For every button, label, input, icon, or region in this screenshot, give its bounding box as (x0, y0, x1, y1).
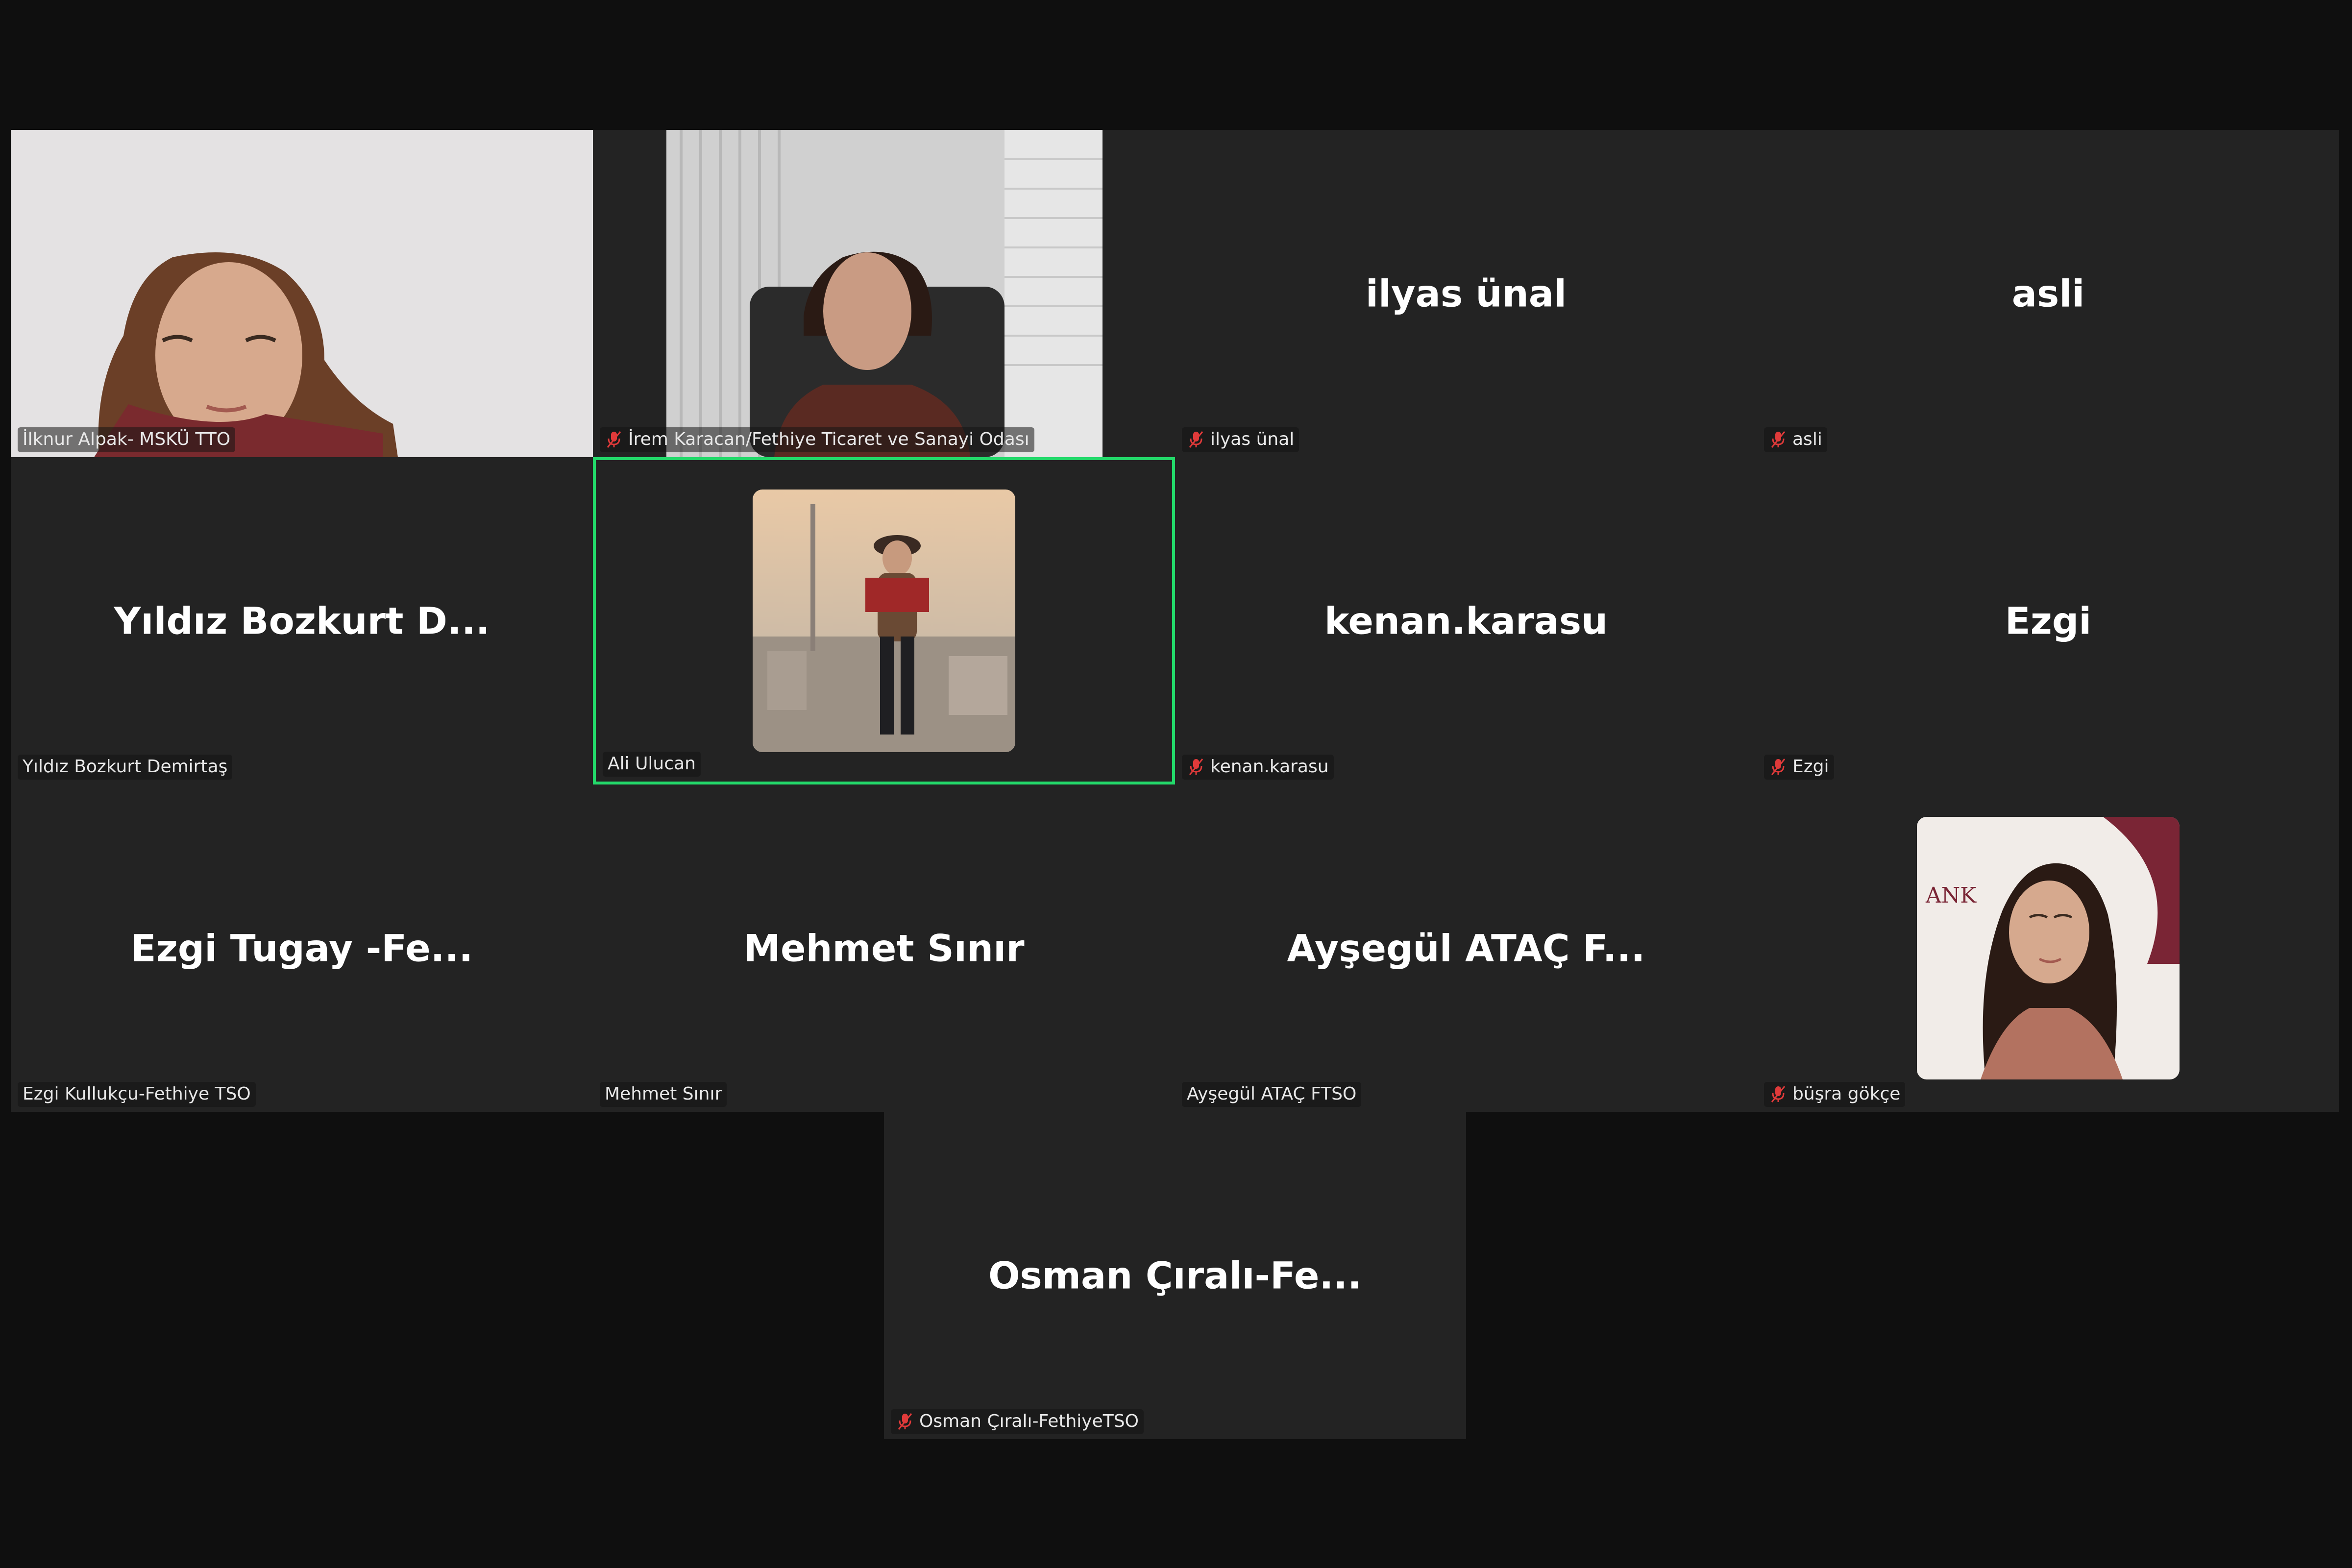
participant-tile[interactable]: İlknur Alpak- MSKÜ TTO (11, 130, 593, 457)
participant-tile[interactable]: Ayşegül ATAÇ F... Ayşegül ATAÇ FTSO (1175, 784, 1757, 1112)
participant-avatar: ANK (1917, 817, 2180, 1079)
participant-display-name: Ezgi Tugay -Fe... (130, 926, 473, 970)
participant-tile[interactable]: Ezgi Tugay -Fe... Ezgi Kullukçu-Fethiye … (11, 784, 593, 1112)
participant-display-name: Mehmet Sınır (743, 926, 1025, 970)
participant-name-label: Ezgi (1764, 755, 1834, 780)
participant-tile[interactable]: Ezgi Ezgi (1757, 457, 2339, 784)
mic-muted-icon (1771, 1085, 1786, 1102)
participant-name-label: Ali Ulucan (603, 752, 701, 777)
participant-name-label: asli (1764, 427, 1827, 452)
participant-display-name: asli (2011, 271, 2085, 316)
mic-muted-icon (1771, 431, 1786, 448)
participant-tile[interactable]: ilyas ünal ilyas ünal (1175, 130, 1757, 457)
participant-display-name: ilyas ünal (1365, 271, 1567, 316)
participant-tile[interactable]: Mehmet Sınır Mehmet Sınır (593, 784, 1175, 1112)
avatar-photo: ANK (1917, 817, 2180, 1079)
participant-name-label: Osman Çıralı-FethiyeTSO (891, 1409, 1144, 1434)
participant-tile[interactable]: ANK büşra gökçe (1757, 784, 2339, 1112)
participant-display-name: Yıldız Bozkurt D... (114, 599, 490, 643)
mic-muted-icon (607, 431, 621, 448)
participant-name-label: Ezgi Kullukçu-Fethiye TSO (18, 1082, 256, 1107)
participant-name-label: Ayşegül ATAÇ FTSO (1182, 1082, 1362, 1107)
avatar-photo (753, 490, 1015, 752)
participant-name-label: ilyas ünal (1182, 427, 1299, 452)
participant-name-label: Yıldız Bozkurt Demirtaş (18, 755, 233, 780)
participant-display-name: kenan.karasu (1324, 599, 1608, 643)
participant-video (593, 130, 1175, 457)
participant-tile[interactable]: asli asli (1757, 130, 2339, 457)
participant-name-label: kenan.karasu (1182, 755, 1334, 780)
background-text: ANK (1925, 883, 1977, 908)
participant-display-name: Ayşegül ATAÇ F... (1287, 926, 1645, 970)
participant-name-label: İlknur Alpak- MSKÜ TTO (18, 427, 236, 452)
participant-name-label: Mehmet Sınır (600, 1082, 727, 1107)
participant-name-label: İrem Karacan/Fethiye Ticaret ve Sanayi O… (600, 427, 1034, 452)
participant-avatar (753, 490, 1015, 752)
participant-name-label: büşra gökçe (1764, 1082, 1906, 1107)
mic-muted-icon (1189, 431, 1203, 448)
participant-video (11, 130, 593, 457)
participant-tile[interactable]: Osman Çıralı-Fe... Osman Çıralı-FethiyeT… (884, 1112, 1466, 1439)
participant-tile[interactable]: Yıldız Bozkurt D... Yıldız Bozkurt Demir… (11, 457, 593, 784)
participant-display-name: Ezgi (2005, 599, 2092, 643)
participant-tile[interactable]: kenan.karasu kenan.karasu (1175, 457, 1757, 784)
mic-muted-icon (1771, 758, 1786, 775)
participant-tile[interactable]: İrem Karacan/Fethiye Ticaret ve Sanayi O… (593, 130, 1175, 457)
participant-tile-active-speaker[interactable]: Ali Ulucan (593, 457, 1175, 784)
mic-muted-icon (1189, 758, 1203, 775)
mic-muted-icon (898, 1413, 912, 1430)
participant-display-name: Osman Çıralı-Fe... (988, 1253, 1362, 1298)
